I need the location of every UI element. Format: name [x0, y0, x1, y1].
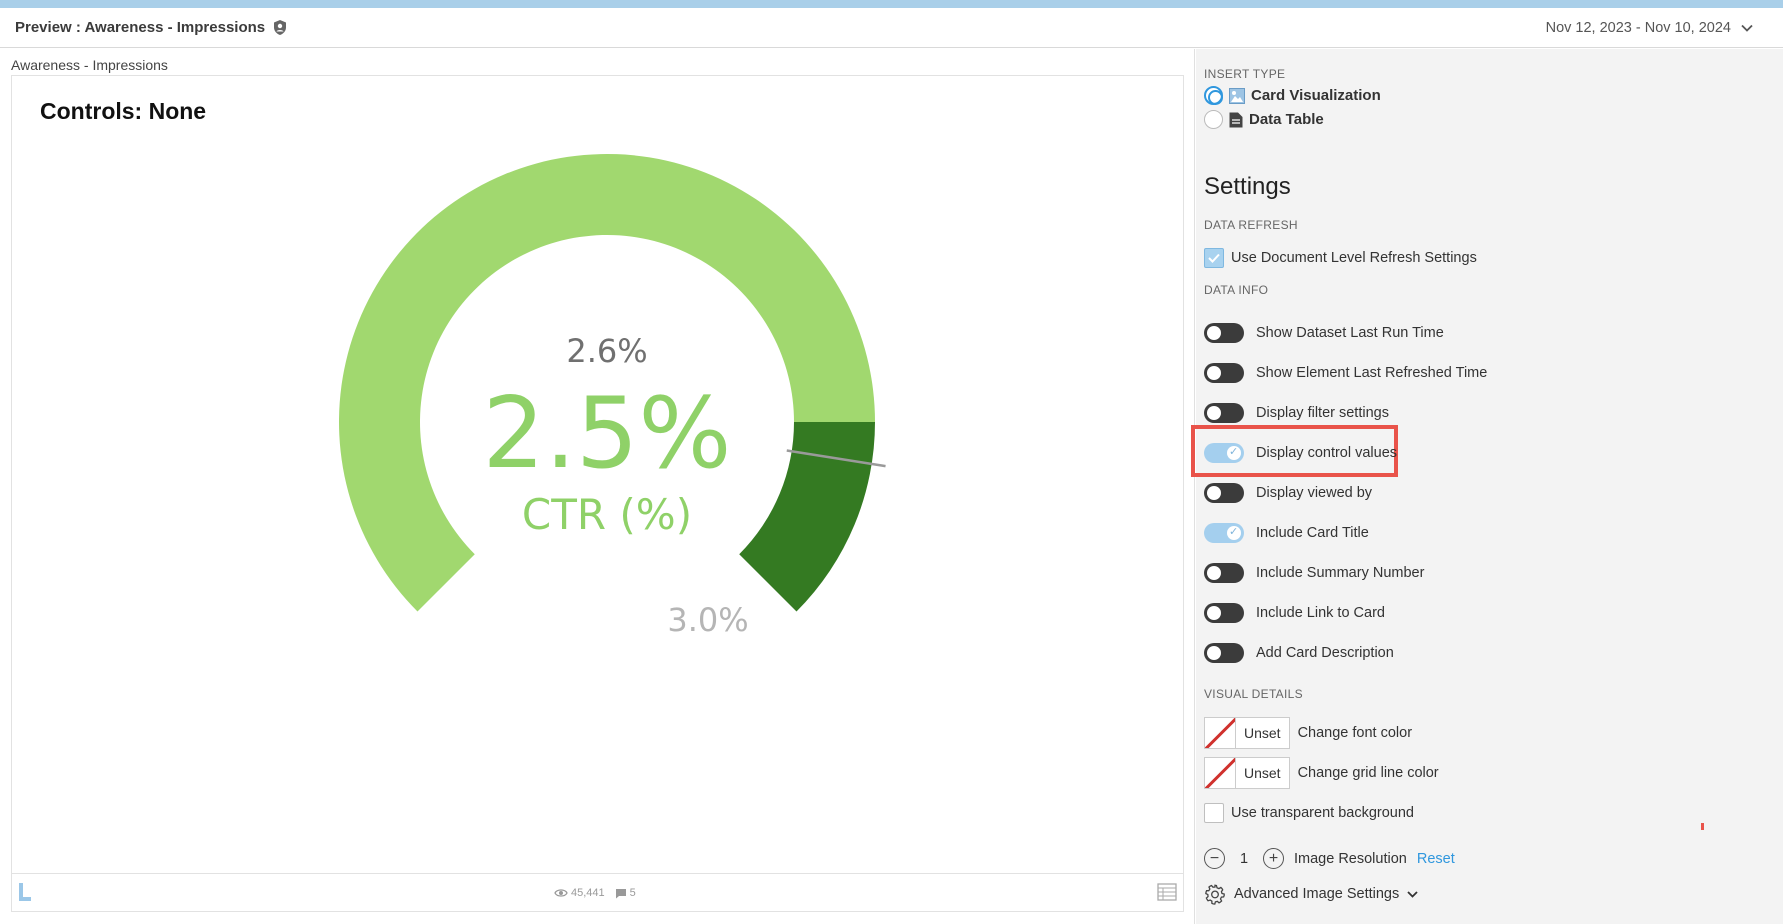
grid-color-swatch[interactable]: [1204, 757, 1236, 789]
check-icon: ✓: [1229, 446, 1239, 458]
insert-card-visualization[interactable]: Card Visualization: [1204, 86, 1381, 105]
toggle-row-card-description[interactable]: Add Card Description: [1204, 643, 1394, 663]
decrease-resolution-button[interactable]: −: [1204, 848, 1225, 869]
visual-details-heading: VISUAL DETAILS: [1204, 687, 1303, 701]
link-to-card-toggle[interactable]: [1204, 603, 1244, 623]
toggle-label: Include Card Title: [1256, 525, 1369, 541]
card-stats: 45,441 5: [554, 887, 636, 899]
preview-header: Preview : Awareness - Impressions Nov 12…: [0, 8, 1783, 48]
insert-data-table[interactable]: Data Table: [1204, 110, 1324, 129]
grid-color-label: Change grid line color: [1297, 765, 1439, 781]
chevron-down-icon[interactable]: [1741, 24, 1753, 32]
summary-number-toggle[interactable]: [1204, 563, 1244, 583]
settings-panel: INSERT TYPE Card Visualization Data Tabl…: [1191, 49, 1783, 924]
page-title: Preview : Awareness - Impressions: [15, 19, 288, 36]
resolution-value: 1: [1239, 850, 1249, 867]
date-range-text: Nov 12, 2023 - Nov 10, 2024: [1545, 20, 1731, 36]
domo-logo-icon: [19, 883, 31, 901]
views-stat: 45,441: [554, 887, 605, 899]
comments-stat: 5: [615, 887, 636, 899]
toggle-label: Show Element Last Refreshed Time: [1256, 365, 1488, 381]
date-range-picker[interactable]: Nov 12, 2023 - Nov 10, 2024: [1546, 20, 1753, 36]
preview-area: Awareness - Impressions Controls: None 2…: [0, 49, 1195, 924]
comments-count: 5: [629, 887, 636, 899]
shield-user-icon: [274, 20, 287, 35]
card-description-toggle[interactable]: [1204, 643, 1244, 663]
card-preview: Controls: None 2.6% 2.5% CTR (%) 3.0% 45,44…: [11, 75, 1184, 912]
eye-icon: [554, 889, 568, 897]
viewed-by-toggle[interactable]: [1204, 483, 1244, 503]
check-icon: ✓: [1229, 526, 1239, 538]
toggle-label: Display control values: [1256, 445, 1398, 461]
document-icon: [1229, 112, 1243, 127]
gauge-chart: 2.6% 2.5%CTR (%) 3.0%: [339, 154, 886, 639]
increase-resolution-button[interactable]: +: [1263, 848, 1284, 869]
toggle-label: Include Summary Number: [1256, 565, 1425, 581]
gauge-max-label: 3.0%: [667, 601, 748, 639]
document-refresh-checkbox[interactable]: [1204, 248, 1224, 268]
grid-color-row[interactable]: Unset Change grid line color: [1204, 757, 1439, 789]
toggle-label: Display viewed by: [1256, 485, 1373, 501]
gauge-remaining-arc: [739, 422, 875, 612]
radio-data-table[interactable]: [1204, 110, 1223, 129]
gauge-target-label: 2.6%: [566, 332, 647, 370]
toggle-row-element-last-refreshed[interactable]: Show Element Last Refreshed Time: [1204, 363, 1487, 383]
transparent-background-label: Use transparent background: [1231, 805, 1414, 821]
toggle-label: Display filter settings: [1256, 405, 1389, 421]
card-visualization-label: Card Visualization: [1251, 87, 1381, 104]
gauge-metric-label: CTR (%): [522, 490, 692, 539]
element-last-refreshed-toggle[interactable]: [1204, 363, 1244, 383]
toggle-row-summary-number[interactable]: Include Summary Number: [1204, 563, 1424, 583]
data-table-icon[interactable]: [1157, 883, 1177, 901]
advanced-image-settings[interactable]: Advanced Image Settings: [1204, 883, 1418, 905]
resolution-label: Image Resolution: [1294, 850, 1407, 867]
reset-resolution-link[interactable]: Reset: [1417, 851, 1455, 867]
toggle-row-filter-settings[interactable]: Display filter settings: [1204, 403, 1389, 423]
data-info-heading: DATA INFO: [1204, 283, 1269, 297]
card-title-toggle[interactable]: ✓: [1204, 523, 1244, 543]
gear-icon: [1205, 884, 1225, 905]
data-refresh-heading: DATA REFRESH: [1204, 218, 1298, 232]
toggle-label: Add Card Description: [1256, 645, 1394, 661]
toggle-row-link-to-card[interactable]: Include Link to Card: [1204, 603, 1385, 623]
toggle-row-card-title[interactable]: ✓ Include Card Title: [1204, 523, 1369, 543]
insert-type-heading: INSERT TYPE: [1204, 67, 1286, 81]
font-color-unset-button[interactable]: Unset: [1236, 717, 1290, 749]
toggle-row-control-values[interactable]: ✓ Display control values: [1204, 443, 1397, 463]
comment-icon: [615, 888, 626, 898]
top-accent-bar: [0, 0, 1783, 8]
transparent-background-option[interactable]: Use transparent background: [1204, 803, 1414, 823]
page-title-text: Preview : Awareness - Impressions: [15, 19, 266, 36]
settings-heading: Settings: [1204, 173, 1291, 200]
dataset-last-run-toggle[interactable]: [1204, 323, 1244, 343]
grid-color-unset-button[interactable]: Unset: [1236, 757, 1290, 789]
radio-card-visualization[interactable]: [1204, 86, 1223, 105]
chevron-down-icon: [1407, 890, 1418, 898]
image-resolution-row: − 1 + Image Resolution Reset: [1204, 848, 1455, 869]
image-icon: [1229, 87, 1245, 104]
document-refresh-label: Use Document Level Refresh Settings: [1231, 250, 1477, 266]
font-color-row[interactable]: Unset Change font color: [1204, 717, 1412, 749]
toggle-row-dataset-last-run[interactable]: Show Dataset Last Run Time: [1204, 323, 1444, 343]
gauge-value-label: 2.5%: [483, 377, 732, 491]
checkmark-icon: [1208, 253, 1220, 263]
panel-marker: [1701, 823, 1704, 830]
data-table-label: Data Table: [1249, 111, 1324, 128]
toggle-label: Include Link to Card: [1256, 605, 1385, 621]
font-color-label: Change font color: [1297, 725, 1413, 741]
advanced-image-settings-label: Advanced Image Settings: [1234, 886, 1400, 902]
font-color-swatch[interactable]: [1204, 717, 1236, 749]
filter-settings-toggle[interactable]: [1204, 403, 1244, 423]
toggle-label: Show Dataset Last Run Time: [1256, 325, 1444, 341]
transparent-background-checkbox[interactable]: [1204, 803, 1224, 823]
document-refresh-option[interactable]: Use Document Level Refresh Settings: [1204, 248, 1477, 268]
card-footer: 45,441 5: [12, 873, 1183, 911]
breadcrumb: Awareness - Impressions: [11, 57, 168, 73]
views-count: 45,441: [571, 887, 605, 899]
toggle-row-viewed-by[interactable]: Display viewed by: [1204, 483, 1372, 503]
control-values-toggle[interactable]: ✓: [1204, 443, 1244, 463]
